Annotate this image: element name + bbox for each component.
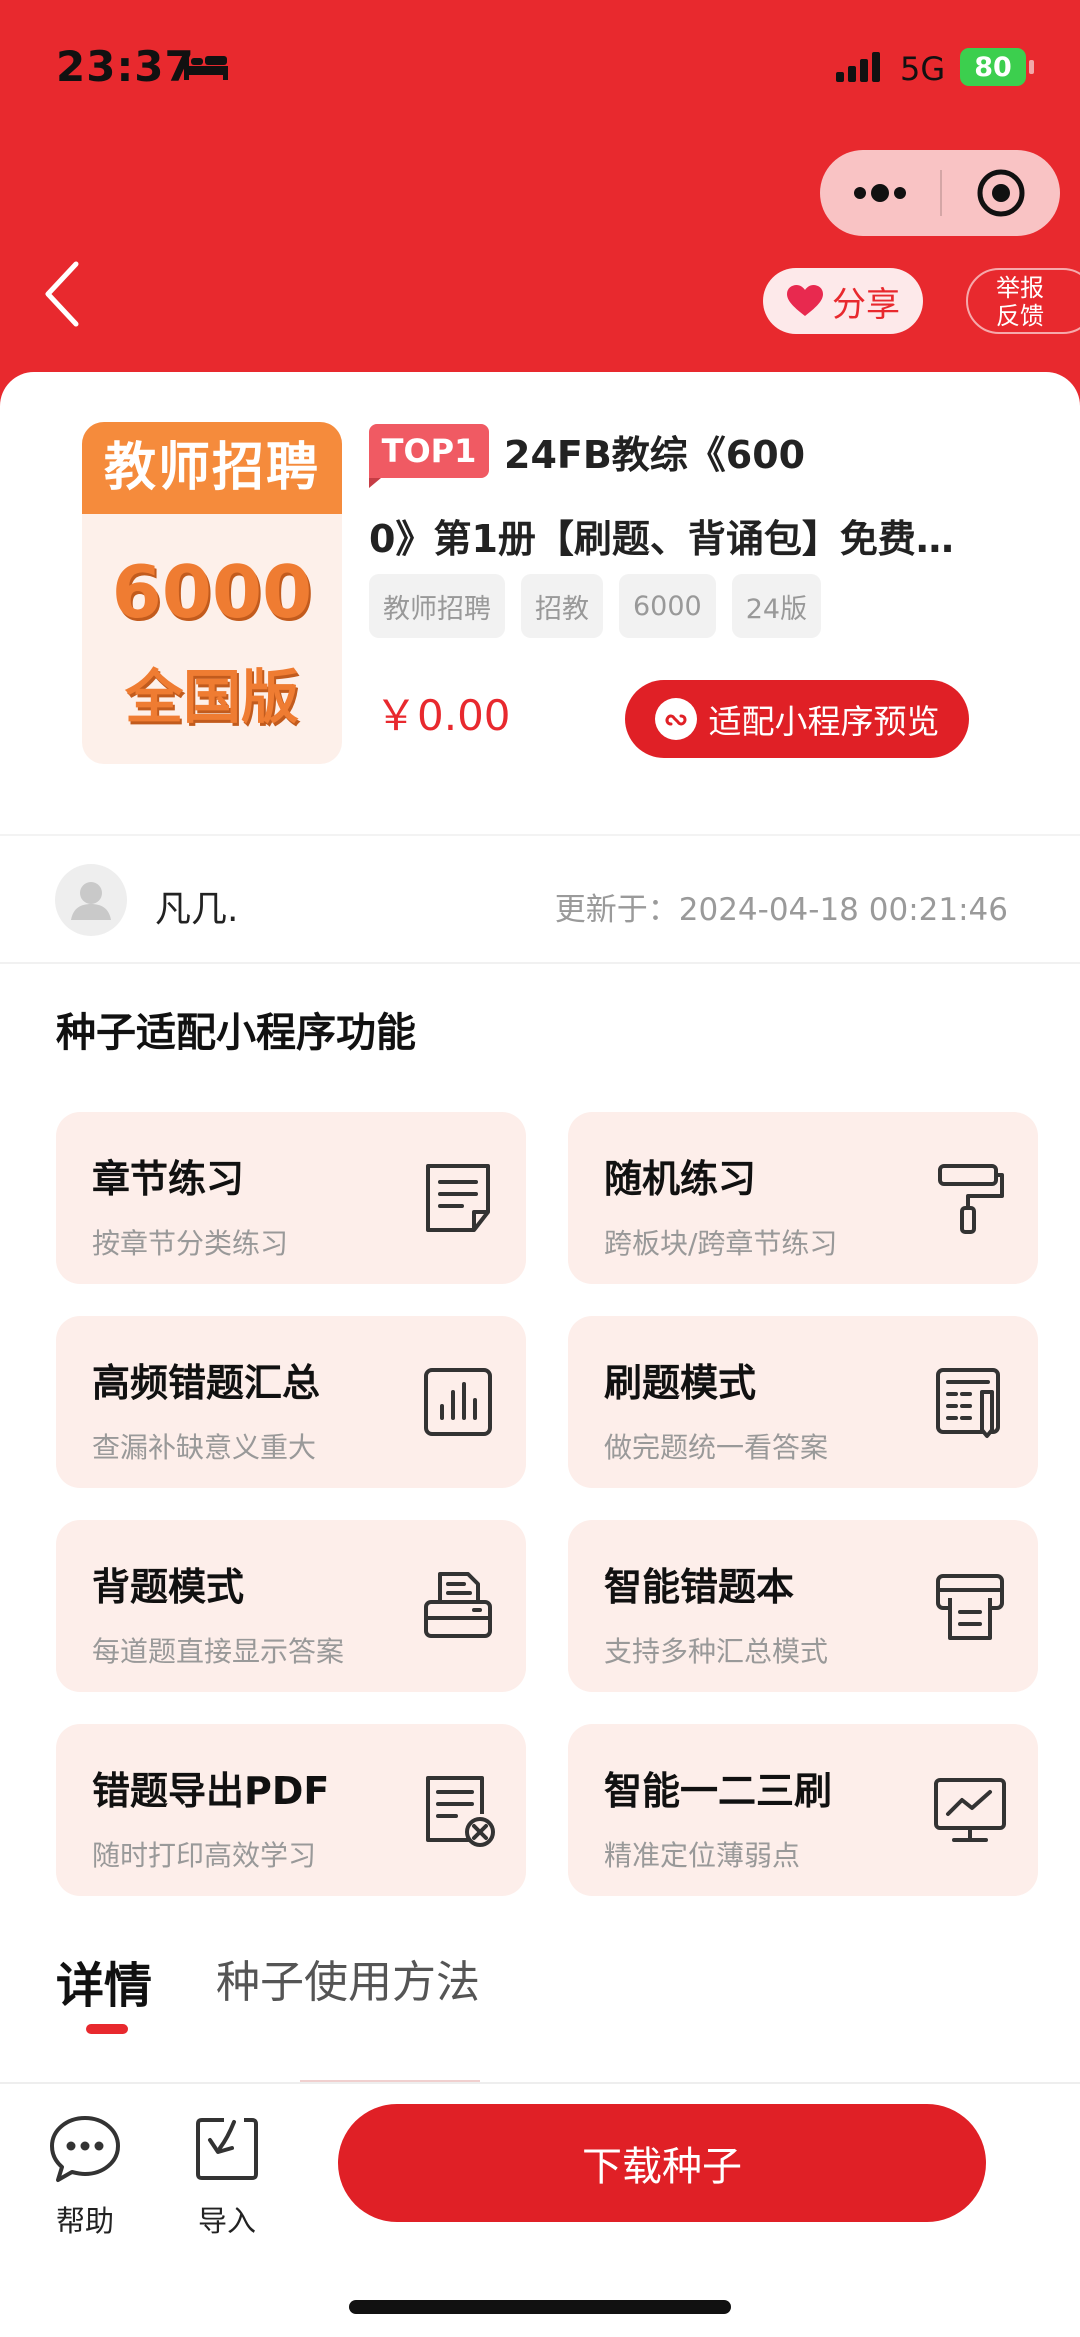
paint-roller-icon [938,1164,1004,1234]
heart-icon [787,285,823,316]
close-miniprogram-button[interactable] [942,150,1060,236]
feature-title: 智能错题本 [604,1565,795,1609]
feature-card-frequent-mistakes[interactable]: 高频错题汇总 查漏补缺意义重大 [56,1316,526,1488]
feature-subtitle: 支持多种汇总模式 [604,1635,829,1668]
import-icon [196,2118,258,2180]
feature-card-smart-rounds[interactable]: 智能一二三刷 精准定位薄弱点 [568,1724,1038,1896]
feature-subtitle: 做完题统一看答案 [604,1431,829,1464]
feedback-label: 反馈 [996,302,1044,330]
update-time: 更新于：2024-04-18 00:21:46 [554,892,1008,928]
answer-sheet-icon [936,1368,1000,1438]
section-title: 种子适配小程序功能 [56,1010,416,1056]
miniprogram-capsule [820,150,1060,236]
user-placeholder-icon [71,882,111,920]
target-close-icon [977,169,1025,217]
sleep-focus-icon [184,54,228,80]
feature-subtitle: 每道题直接显示答案 [92,1635,345,1668]
feature-title: 智能一二三刷 [604,1769,833,1813]
feature-title: 错题导出PDF [92,1769,330,1813]
document-export-icon [426,1776,495,1847]
share-label: 分享 [832,284,900,325]
feature-card-random-practice[interactable]: 随机练习 跨板块/跨章节练习 [568,1112,1038,1284]
feature-title: 随机练习 [604,1157,757,1201]
feature-subtitle: 按章节分类练习 [92,1227,289,1260]
product-title-line1: 24FB教综《600 [504,433,806,477]
more-button[interactable] [820,150,940,236]
chat-bubble-icon [50,2116,120,2182]
feature-title: 刷题模式 [604,1361,757,1405]
miniprogram-icon [654,698,697,740]
signal-icon [836,52,880,82]
feature-title: 背题模式 [92,1565,245,1609]
battery-level: 80 [974,51,1012,83]
tab-usage[interactable]: 种子使用方法 [216,1946,480,2010]
report-feedback-button[interactable]: 举报 反馈 [966,268,1080,334]
feature-card-quiz-mode[interactable]: 刷题模式 做完题统一看答案 [568,1316,1038,1488]
help-label: 帮助 [55,2204,114,2238]
feature-card-memorize-mode[interactable]: 背题模式 每道题直接显示答案 [56,1520,526,1692]
feature-subtitle: 查漏补缺意义重大 [92,1431,317,1464]
author-name[interactable]: 凡几. [155,880,238,932]
document-icon [426,1164,490,1232]
tag: 教师招聘 [369,574,505,638]
miniprogram-preview-button[interactable]: 适配小程序预览 [625,680,969,758]
download-seed-button[interactable]: 下载种子 [338,2104,986,2222]
feature-card-chapter-practice[interactable]: 章节练习 按章节分类练习 [56,1112,526,1284]
bottom-action-bar: 帮助 导入 下载种子 [0,2082,1080,2337]
feature-subtitle: 跨板块/跨章节练习 [604,1227,838,1260]
feature-title: 章节练习 [92,1157,245,1201]
tab-active-indicator [86,2024,128,2034]
printer-icon [424,1572,492,1638]
rank-badge: TOP1 [369,424,489,478]
avatar[interactable] [55,864,127,936]
tag: 6000 [619,574,716,638]
author-row: 凡几. 更新于：2024-04-18 00:21:46 [0,836,1080,964]
feature-subtitle: 精准定位薄弱点 [604,1839,801,1872]
preview-label: 适配小程序预览 [708,702,940,741]
chevron-left-icon [45,261,79,327]
print-output-icon [936,1574,1004,1640]
feature-card-export-pdf[interactable]: 错题导出PDF 随时打印高效学习 [56,1724,526,1896]
back-button[interactable] [38,256,88,332]
feature-subtitle: 随时打印高效学习 [92,1839,317,1872]
cover-category: 教师招聘 [82,422,342,514]
help-button[interactable]: 帮助 [40,2114,130,2240]
network-type: 5G [900,50,946,88]
import-label: 导入 [197,2204,256,2238]
status-time: 23:37 [56,42,195,91]
tag-list: 教师招聘 招教 6000 24版 [369,574,822,638]
content-card: 教师招聘 6000 全国版 TOP1 24FB教综《600 0》第1册【刷题、背… [0,372,1080,2337]
tag: 24版 [731,574,822,638]
tab-details[interactable]: 详情 [56,1946,152,2016]
rank-badge-tail [369,478,381,488]
feature-card-smart-mistake-book[interactable]: 智能错题本 支持多种汇总模式 [568,1520,1038,1692]
cover-number: 6000 [111,550,313,634]
status-bar: 23:37 5G 80 [0,0,1080,140]
trend-monitor-icon [934,1778,1006,1842]
share-button[interactable]: 分享 [763,268,923,334]
battery-tip [1029,60,1034,74]
report-label: 举报 [996,274,1044,302]
home-indicator [349,2300,731,2314]
product-cover: 教师招聘 6000 全国版 [82,422,342,764]
bar-chart-icon [424,1368,492,1436]
tag: 招教 [521,574,603,638]
import-button[interactable]: 导入 [182,2114,272,2240]
more-dots-icon [854,184,906,202]
product-title-line2: 0》第1册【刷题、背诵包】免费… [369,517,954,561]
feature-title: 高频错题汇总 [92,1361,321,1405]
price: ￥0.00 [375,691,511,740]
feature-grid: 章节练习 按章节分类练习 随机练习 跨板块/跨章节练习 高频错题汇总 查漏补缺意… [56,1112,1040,1896]
cover-edition: 全国版 [124,663,299,731]
battery-icon: 80 [960,48,1026,86]
